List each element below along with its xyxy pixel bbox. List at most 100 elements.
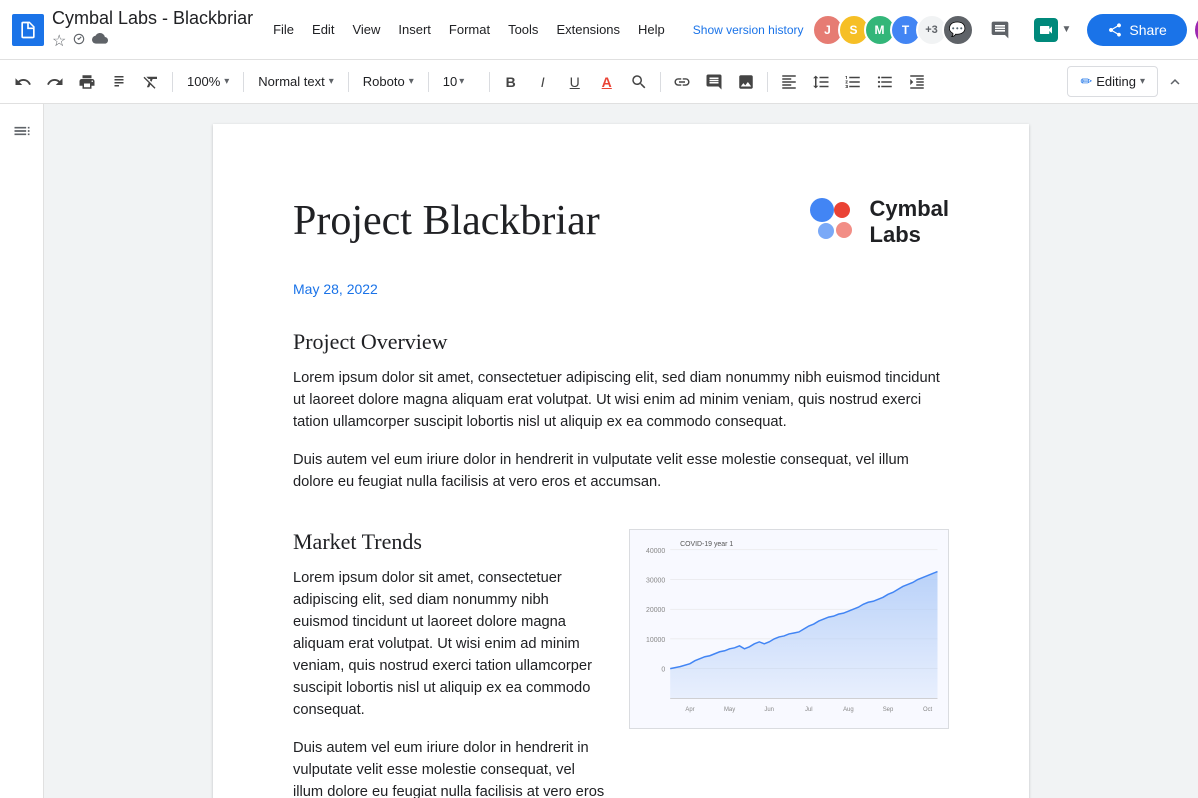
print-button[interactable] xyxy=(72,67,102,97)
svg-text:30000: 30000 xyxy=(646,577,665,584)
paint-format-button[interactable] xyxy=(104,67,134,97)
toolbar-divider-4 xyxy=(428,72,429,92)
zoom-chevron: ▾ xyxy=(224,76,229,87)
align-button[interactable] xyxy=(774,67,804,97)
editing-pencil-icon: ✏ xyxy=(1080,73,1092,90)
font-size-value: 10 xyxy=(443,74,457,89)
top-bar: Cymbal Labs - Blackbriar ☆ File Edit Vie… xyxy=(0,0,1198,60)
editing-mode-label: Editing xyxy=(1096,74,1136,89)
meet-icon xyxy=(1034,18,1058,42)
svg-text:Aug: Aug xyxy=(843,707,854,713)
font-color-button[interactable]: A xyxy=(592,67,622,97)
project-overview-para-1[interactable]: Lorem ipsum dolor sit amet, consectetuer… xyxy=(293,367,949,433)
comment-button[interactable] xyxy=(982,12,1018,48)
font-chevron: ▾ xyxy=(409,76,414,87)
toolbar-divider-3 xyxy=(348,72,349,92)
document-page: Project Blackbriar xyxy=(213,124,1029,798)
zoom-value: 100% xyxy=(187,74,220,89)
italic-button[interactable]: I xyxy=(528,67,558,97)
meet-button[interactable]: ▼ xyxy=(1026,12,1080,48)
undo-button[interactable] xyxy=(8,67,38,97)
collaborator-comment-avatar[interactable]: 💬 xyxy=(942,14,974,46)
market-trends-text: Market Trends Lorem ipsum dolor sit amet… xyxy=(293,529,605,798)
cymbal-name-line1: Cymbal xyxy=(870,196,949,222)
expand-button[interactable] xyxy=(1160,67,1190,97)
outline-toggle-button[interactable] xyxy=(7,116,37,146)
toolbar-divider-5 xyxy=(489,72,490,92)
drive-save-icon[interactable] xyxy=(72,32,86,51)
text-style-dropdown[interactable]: Normal text ▾ xyxy=(250,70,342,93)
svg-text:Sep: Sep xyxy=(883,707,894,713)
market-chart: 40000 30000 20000 10000 0 xyxy=(629,529,949,729)
share-label: Share xyxy=(1129,22,1166,38)
menu-help[interactable]: Help xyxy=(630,18,673,41)
zoom-dropdown[interactable]: 100% ▾ xyxy=(179,70,237,93)
docs-icon xyxy=(18,20,38,40)
document-date: May 28, 2022 xyxy=(293,281,949,297)
cymbal-logo: Cymbal Labs xyxy=(808,196,949,249)
font-size-chevron: ▾ xyxy=(459,76,464,87)
link-button[interactable] xyxy=(667,67,697,97)
cymbal-name-line2: Labs xyxy=(870,222,949,248)
editing-mode-button[interactable]: ✏ Editing ▾ xyxy=(1067,66,1158,97)
toolbar: 100% ▾ Normal text ▾ Roboto ▾ 10 ▾ B I U… xyxy=(0,60,1198,104)
document-area[interactable]: Project Blackbriar xyxy=(44,104,1198,798)
meet-chevron: ▼ xyxy=(1062,24,1072,35)
font-value: Roboto xyxy=(363,74,405,89)
line-spacing-button[interactable] xyxy=(806,67,836,97)
toolbar-divider-1 xyxy=(172,72,173,92)
editing-chevron: ▾ xyxy=(1140,76,1145,87)
menu-format[interactable]: Format xyxy=(441,18,498,41)
title-section: Cymbal Labs - Blackbriar ☆ xyxy=(52,8,253,52)
chart-svg: 40000 30000 20000 10000 0 xyxy=(630,530,948,728)
menu-view[interactable]: View xyxy=(344,18,388,41)
indent-button[interactable] xyxy=(902,67,932,97)
menu-edit[interactable]: Edit xyxy=(304,18,342,41)
main-area: Project Blackbriar xyxy=(0,104,1198,798)
svg-text:10000: 10000 xyxy=(646,637,665,644)
toolbar-divider-2 xyxy=(243,72,244,92)
market-trends-heading: Market Trends xyxy=(293,529,605,555)
sidebar xyxy=(0,104,44,798)
market-trends-section: Market Trends Lorem ipsum dolor sit amet… xyxy=(293,529,949,798)
redo-button[interactable] xyxy=(40,67,70,97)
ordered-list-button[interactable] xyxy=(838,67,868,97)
highlight-button[interactable] xyxy=(624,67,654,97)
market-trends-para-1[interactable]: Lorem ipsum dolor sit amet, consectetuer… xyxy=(293,567,605,721)
svg-text:40000: 40000 xyxy=(646,548,665,555)
toolbar-divider-6 xyxy=(660,72,661,92)
cloud-icon[interactable] xyxy=(92,32,108,50)
font-size-dropdown[interactable]: 10 ▾ xyxy=(435,70,483,93)
comment-inline-button[interactable] xyxy=(699,67,729,97)
svg-text:Oct: Oct xyxy=(923,707,933,713)
svg-text:Jul: Jul xyxy=(805,707,813,713)
svg-text:COVID-19 year 1: COVID-19 year 1 xyxy=(680,541,733,548)
document-header: Project Blackbriar xyxy=(293,196,949,249)
menu-insert[interactable]: Insert xyxy=(390,18,439,41)
project-overview-heading: Project Overview xyxy=(293,329,949,355)
collaborator-avatars: J S M T +3 💬 xyxy=(812,14,974,46)
toolbar-divider-7 xyxy=(767,72,768,92)
bold-button[interactable]: B xyxy=(496,67,526,97)
svg-text:Apr: Apr xyxy=(685,707,694,713)
right-controls: J S M T +3 💬 ▼ Share U xyxy=(812,12,1198,48)
cymbal-text: Cymbal Labs xyxy=(870,196,949,249)
share-button[interactable]: Share xyxy=(1087,14,1186,46)
image-button[interactable] xyxy=(731,67,761,97)
project-overview-section: Project Overview Lorem ipsum dolor sit a… xyxy=(293,329,949,493)
document-title[interactable]: Cymbal Labs - Blackbriar xyxy=(52,8,253,30)
text-style-chevron: ▾ xyxy=(329,76,334,87)
font-dropdown[interactable]: Roboto ▾ xyxy=(355,70,422,93)
version-history-link[interactable]: Show version history xyxy=(693,23,804,37)
underline-button[interactable]: U xyxy=(560,67,590,97)
unordered-list-button[interactable] xyxy=(870,67,900,97)
menu-extensions[interactable]: Extensions xyxy=(548,18,628,41)
clear-format-button[interactable] xyxy=(136,67,166,97)
market-trends-para-2[interactable]: Duis autem vel eum iriure dolor in hendr… xyxy=(293,737,605,798)
app-icon xyxy=(12,14,44,46)
star-icon[interactable]: ☆ xyxy=(52,31,66,51)
svg-text:May: May xyxy=(724,707,735,713)
menu-tools[interactable]: Tools xyxy=(500,18,546,41)
menu-file[interactable]: File xyxy=(265,18,302,41)
project-overview-para-2[interactable]: Duis autem vel eum iriure dolor in hendr… xyxy=(293,449,949,493)
